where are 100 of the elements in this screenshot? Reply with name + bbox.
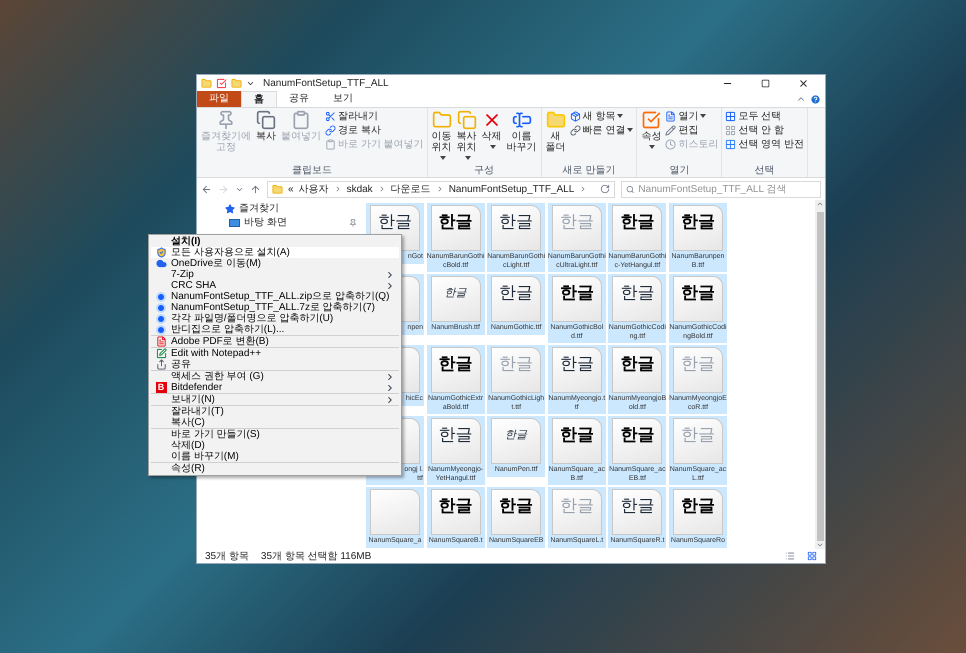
clipboard-icon (291, 110, 311, 130)
menu-item[interactable]: Adobe PDF로 변환(B) (151, 336, 399, 347)
font-preview: 한글 (499, 212, 534, 232)
menu-item[interactable]: 보내기(N) (151, 394, 399, 405)
ribbon-small-button[interactable]: 열기 (665, 110, 718, 123)
notepad-icon (156, 348, 166, 359)
ribbon-tab[interactable]: 파일 (197, 91, 241, 107)
scroll-up-icon[interactable] (816, 200, 824, 208)
breadcrumb[interactable]: skdak (346, 182, 373, 196)
font-preview: 한글 (438, 496, 473, 516)
share-icon (156, 359, 166, 370)
menu-item[interactable]: 액세스 권한 부여 (G) (151, 371, 399, 382)
star-icon (225, 204, 235, 214)
menu-item[interactable]: 공유 (151, 359, 399, 370)
ribbon-tab[interactable]: 보기 (321, 91, 365, 107)
ribbon-small-button[interactable]: 선택 안 함 (725, 124, 804, 137)
folder-icon (432, 110, 452, 130)
ribbon-button[interactable]: 이름 바꾸기 (506, 110, 538, 165)
ribbon-button[interactable]: 복사 위치 (456, 110, 478, 165)
breadcrumb[interactable]: 다운로드 (390, 182, 431, 196)
font-preview: 한글 (499, 283, 534, 303)
refresh-icon[interactable] (600, 184, 610, 194)
caret-icon (490, 145, 496, 150)
caret-icon (649, 145, 656, 150)
large-icons-view-icon[interactable] (807, 551, 817, 561)
menu-item[interactable]: NanumFontSetup_TTF_ALL.zip으로 압축하기(Q) (151, 291, 399, 302)
font-preview: 한글 (499, 496, 534, 516)
status-text: 35개 항목 (205, 550, 249, 564)
menu-item[interactable]: 이름 바꾸기(M) (151, 451, 399, 462)
ribbon-button[interactable]: 삭제 (480, 110, 503, 165)
copy-icon (456, 110, 477, 130)
ribbon-small-button[interactable]: 잘라내기 (325, 110, 424, 123)
menu-item[interactable]: 삭제(D) (151, 440, 399, 451)
font-preview: 한글 (680, 496, 715, 516)
font-preview: 한글 (560, 283, 594, 303)
file-thumbnail (370, 489, 420, 535)
ribbon-small-button[interactable]: 경로 복사 (325, 124, 424, 137)
font-preview: 한글 (444, 285, 467, 301)
ribbon-small-button[interactable]: 모두 선택 (725, 110, 804, 123)
scissors-icon (325, 111, 336, 122)
font-preview: 한글 (560, 212, 594, 232)
pencil-icon (665, 125, 676, 136)
menu-item[interactable]: NanumFontSetup_TTF_ALL.7z로 압축하기(7) (151, 302, 399, 313)
ribbon-button[interactable]: 이동 위치 (430, 110, 453, 165)
menu-item[interactable]: 모든 사용자용으로 설치(A) (151, 247, 399, 258)
up-arrow-icon[interactable] (250, 184, 261, 194)
ribbon-tab[interactable]: 홈 (241, 91, 277, 107)
ribbon-button[interactable]: 새 폴더 (544, 110, 567, 165)
close-icon[interactable] (798, 78, 809, 89)
text-cursor-icon (512, 110, 532, 130)
scroll-down-icon[interactable] (816, 541, 824, 549)
font-preview: 한글 (620, 212, 654, 232)
dropdown-icon[interactable] (246, 79, 255, 88)
nav-item[interactable]: 바탕 화면 (244, 217, 287, 229)
menu-item[interactable]: 바로 가기 만들기(S) (151, 429, 399, 440)
menu-item[interactable]: 잘라내기(T) (151, 406, 399, 417)
menu-item[interactable]: Edit with Notepad++ (151, 348, 399, 359)
search-field[interactable]: NanumFontSetup_TTF_ALL 검색 (621, 180, 821, 198)
font-preview: 한글 (438, 354, 473, 374)
grid-icon (725, 125, 736, 136)
ribbon-button[interactable]: 속성 (640, 110, 662, 165)
font-preview: 한글 (438, 425, 473, 445)
ribbon-small-button[interactable]: 편집 (665, 124, 718, 137)
font-preview: 한글 (680, 212, 715, 232)
back-arrow-icon[interactable] (201, 184, 212, 194)
ribbon-small-button[interactable]: 빠른 연결 (570, 124, 634, 137)
font-preview: 한글 (505, 427, 528, 443)
font-preview: 한글 (680, 425, 715, 445)
ribbon-small-button[interactable]: 선택 영역 반전 (725, 138, 804, 151)
folder-icon (546, 110, 566, 130)
menu-item[interactable]: 각각 파일명/폴더명으로 압축하기(U) (151, 313, 399, 324)
menu-item[interactable]: 복사(C) (151, 417, 399, 428)
checklist-icon (641, 110, 662, 130)
font-preview: 한글 (378, 212, 412, 232)
menu-item[interactable]: CRC SHA (151, 280, 399, 291)
menu-item[interactable]: B Bitdefender (151, 382, 399, 393)
font-preview: 한글 (560, 354, 594, 374)
box-icon (570, 111, 581, 122)
group-label: 선택 (754, 165, 776, 177)
breadcrumb[interactable]: 사용자 (298, 182, 329, 196)
properties-icon[interactable] (216, 78, 227, 89)
address-bar[interactable]: « 사용자 skdak 다운로드 NanumFontSetup_TTF_ALL (267, 180, 615, 198)
menu-item[interactable]: 속성(R) (151, 463, 399, 474)
nav-item[interactable]: 즐겨찾기 (239, 203, 279, 215)
ribbon-tab[interactable]: 공유 (277, 91, 321, 107)
help-icon[interactable] (810, 94, 821, 105)
caret-icon (464, 156, 471, 160)
breadcrumb[interactable]: NanumFontSetup_TTF_ALL (448, 182, 574, 196)
ribbon-small-button[interactable]: 새 항목 (570, 110, 634, 123)
menu-item[interactable]: 반디집으로 압축하기(L)... (151, 324, 399, 335)
bitdefender-icon: B (156, 382, 166, 393)
font-preview: 한글 (620, 283, 654, 303)
scrollbar[interactable] (815, 200, 825, 549)
overflow-chevron[interactable]: « (288, 182, 294, 196)
caret-icon (700, 114, 706, 118)
menu-item[interactable]: 7-Zip (151, 269, 399, 280)
ribbon-button[interactable]: 복사 (255, 110, 277, 165)
group-label: 새로 만들기 (562, 165, 616, 177)
maximize-icon[interactable] (761, 79, 770, 88)
details-view-icon[interactable] (785, 551, 795, 561)
